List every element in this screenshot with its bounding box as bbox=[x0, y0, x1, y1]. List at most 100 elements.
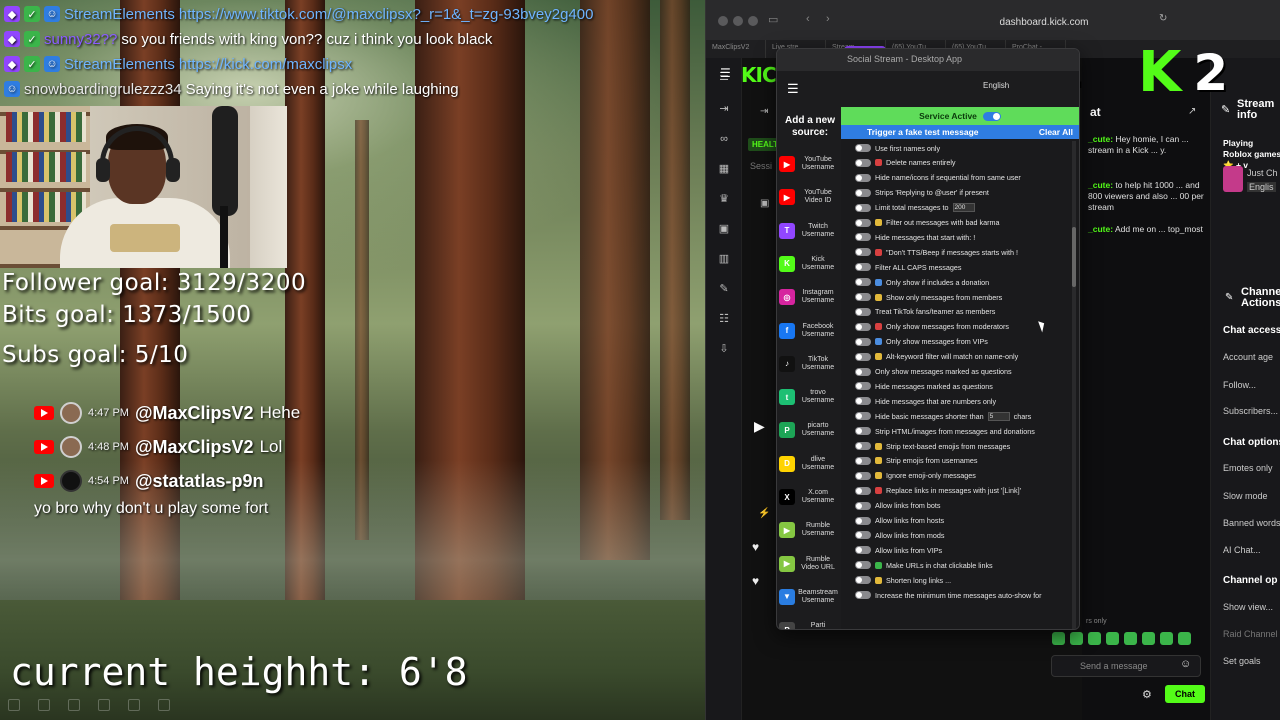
link-icon[interactable]: ∞ bbox=[717, 132, 731, 146]
option-toggle[interactable] bbox=[855, 486, 871, 495]
option-toggle[interactable] bbox=[855, 278, 871, 287]
option-toggle[interactable] bbox=[855, 546, 871, 555]
option-toggle[interactable] bbox=[855, 367, 871, 376]
emoji-icon[interactable]: ☺ bbox=[1180, 658, 1191, 670]
option-toggle[interactable] bbox=[855, 456, 871, 465]
source-button[interactable]: ▶ Rumble Username bbox=[779, 515, 839, 545]
popout-icon[interactable]: ↗ bbox=[1188, 106, 1196, 117]
trigger-test-button[interactable]: Trigger a fake test message bbox=[867, 127, 979, 137]
option-toggle[interactable] bbox=[855, 471, 871, 480]
source-button[interactable]: Ddlive Username bbox=[779, 449, 839, 479]
subscribers-option[interactable]: Subscribers... bbox=[1223, 406, 1278, 416]
banned-words-option[interactable]: Banned words bbox=[1223, 518, 1280, 528]
service-toggle[interactable] bbox=[982, 111, 1001, 121]
chat-username[interactable]: _cute: bbox=[1088, 134, 1113, 144]
emote-icon[interactable] bbox=[1178, 632, 1191, 645]
emotes-only-option[interactable]: Emotes only bbox=[1223, 463, 1273, 473]
option-toggle[interactable] bbox=[855, 576, 871, 585]
followers-option[interactable]: Follow... bbox=[1223, 380, 1256, 390]
option-toggle[interactable] bbox=[855, 144, 871, 152]
chat-message-input[interactable]: Send a message bbox=[1051, 655, 1201, 677]
close-window-button[interactable] bbox=[718, 16, 728, 26]
option-toggle[interactable] bbox=[855, 427, 871, 436]
emote-icon[interactable] bbox=[1052, 632, 1065, 645]
maximize-window-button[interactable] bbox=[748, 16, 758, 26]
ai-chat-option[interactable]: AI Chat... bbox=[1223, 545, 1261, 555]
scrollbar[interactable] bbox=[1072, 141, 1076, 629]
account-age-option[interactable]: Account age bbox=[1223, 352, 1273, 362]
source-button[interactable]: T Twitch Username bbox=[779, 216, 839, 246]
emote-icon[interactable] bbox=[1142, 632, 1155, 645]
chart-icon[interactable]: ▦ bbox=[717, 162, 731, 176]
emote-icon[interactable] bbox=[1124, 632, 1137, 645]
option-toggle[interactable] bbox=[855, 158, 871, 167]
chat-username[interactable]: _cute: bbox=[1088, 224, 1113, 234]
option-toggle[interactable] bbox=[855, 188, 871, 197]
taskbar-icon[interactable] bbox=[98, 699, 110, 711]
option-toggle[interactable] bbox=[855, 501, 871, 510]
taskbar-icon[interactable] bbox=[128, 699, 140, 711]
exit-icon[interactable]: ⇥ bbox=[760, 106, 768, 117]
source-button[interactable]: ▼ Beamstream Username bbox=[779, 582, 839, 612]
exit-icon[interactable]: ⇥ bbox=[717, 102, 731, 116]
video-icon[interactable]: ▣ bbox=[717, 222, 731, 236]
taskbar-icon[interactable] bbox=[38, 699, 50, 711]
option-toggle[interactable] bbox=[855, 531, 871, 540]
option-number-input[interactable]: 200 bbox=[952, 203, 975, 213]
analytics-icon[interactable]: ▥ bbox=[717, 252, 731, 266]
slow-mode-option[interactable]: Slow mode bbox=[1223, 491, 1268, 501]
minimize-window-button[interactable] bbox=[733, 16, 743, 26]
option-toggle[interactable] bbox=[855, 248, 871, 257]
source-button[interactable]: ◎ Instagram Username bbox=[779, 282, 839, 312]
taskbar-icon[interactable] bbox=[8, 699, 20, 711]
url-bar[interactable]: dashboard.kick.com bbox=[904, 13, 1184, 31]
source-button[interactable]: ▶ Rumble Video URL bbox=[779, 549, 839, 579]
chat-settings-icon[interactable]: ⚙ bbox=[1142, 688, 1152, 701]
bolt-icon[interactable]: ⚡ bbox=[758, 508, 770, 519]
option-toggle[interactable] bbox=[855, 337, 871, 346]
option-toggle[interactable] bbox=[855, 591, 871, 599]
option-toggle[interactable] bbox=[855, 218, 871, 227]
option-toggle[interactable] bbox=[855, 263, 871, 272]
source-button[interactable]: P Parti Usern... bbox=[779, 615, 839, 629]
source-button[interactable]: X X.com Username bbox=[779, 482, 839, 512]
option-toggle[interactable] bbox=[855, 561, 871, 570]
option-toggle[interactable] bbox=[855, 397, 871, 406]
reload-icon[interactable]: ↻ bbox=[1159, 13, 1167, 24]
forward-arrow-icon[interactable]: › bbox=[826, 13, 830, 25]
taskbar-icon[interactable] bbox=[68, 699, 80, 711]
wrench-icon[interactable]: ✎ bbox=[717, 282, 731, 296]
users-icon[interactable]: ☷ bbox=[717, 312, 731, 326]
source-button[interactable]: f Facebook Username bbox=[779, 316, 839, 346]
option-toggle[interactable] bbox=[855, 412, 871, 421]
emote-icon[interactable] bbox=[1070, 632, 1083, 645]
sidebar-toggle-icon[interactable]: ▭ bbox=[768, 13, 778, 26]
source-button[interactable]: t trovo Username bbox=[779, 382, 839, 412]
play-icon[interactable]: ▶ bbox=[754, 418, 765, 435]
emote-icon[interactable] bbox=[1160, 632, 1173, 645]
emote-icon[interactable] bbox=[1106, 632, 1119, 645]
video-icon[interactable]: ▣ bbox=[760, 198, 769, 209]
option-number-input[interactable]: 5 bbox=[987, 411, 1010, 421]
hamburger-icon[interactable]: ☰ bbox=[720, 66, 731, 80]
back-arrow-icon[interactable]: ‹ bbox=[806, 13, 810, 25]
option-toggle[interactable] bbox=[855, 233, 871, 242]
option-toggle[interactable] bbox=[855, 516, 871, 525]
emote-icon[interactable] bbox=[1088, 632, 1101, 645]
set-goals-option[interactable]: Set goals bbox=[1223, 656, 1261, 666]
chat-send-button[interactable]: Chat bbox=[1165, 685, 1205, 703]
source-button[interactable]: K Kick Username bbox=[779, 249, 839, 279]
option-toggle[interactable] bbox=[855, 307, 871, 316]
source-button[interactable]: ▶ YouTube Username bbox=[779, 149, 839, 179]
heart-icon[interactable]: ♥ bbox=[752, 540, 759, 554]
option-toggle[interactable] bbox=[855, 322, 871, 331]
heart-icon[interactable]: ♥ bbox=[752, 574, 759, 588]
trophy-icon[interactable]: ♛ bbox=[717, 192, 731, 206]
source-button[interactable]: ♪ TikTok Username bbox=[779, 349, 839, 379]
option-toggle[interactable] bbox=[855, 293, 871, 301]
source-button[interactable]: ▶ YouTube Video ID bbox=[779, 182, 839, 212]
browser-tab[interactable]: MaxClipsV2 bbox=[706, 40, 766, 58]
language-select[interactable]: English bbox=[983, 81, 1009, 90]
hamburger-icon[interactable]: ☰ bbox=[787, 81, 799, 97]
chat-username[interactable]: _cute: bbox=[1088, 180, 1113, 190]
